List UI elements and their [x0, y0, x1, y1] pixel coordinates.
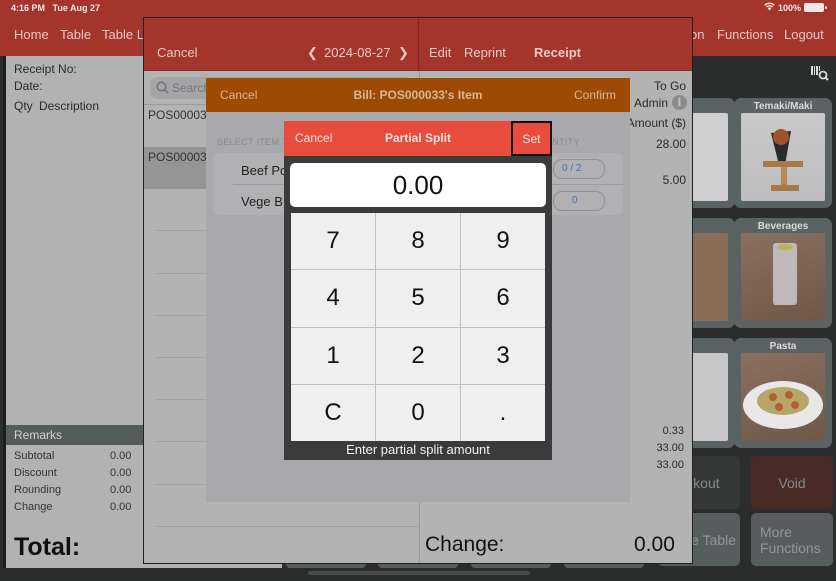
total-label: Total:: [14, 533, 81, 561]
bill-number: POS00003: [148, 108, 207, 122]
partial-split-dialog: Cancel Partial Split Set 0.00 7 8 9 4 5 …: [284, 121, 552, 460]
line-amount: 28.00: [655, 137, 686, 151]
nav-home[interactable]: Home: [14, 27, 49, 42]
nav-functions[interactable]: Functions: [717, 27, 773, 42]
confirm-button[interactable]: Confirm: [574, 88, 616, 102]
select-item-label: SELECT ITEM T: [217, 137, 288, 147]
discount-label: Discount: [14, 467, 57, 479]
receipt-no-label: Receipt No:: [14, 62, 77, 76]
key-1[interactable]: 1: [291, 327, 375, 384]
key-9[interactable]: 9: [461, 213, 545, 270]
receipt-change-label: Change:: [425, 533, 505, 556]
bottom-tab-3[interactable]: [471, 563, 551, 568]
key-8[interactable]: 8: [376, 213, 460, 270]
reprint-button[interactable]: Reprint: [464, 45, 506, 60]
more-functions-button[interactable]: More Functions: [751, 513, 833, 566]
edit-button[interactable]: Edit: [429, 45, 451, 60]
subtotal-label: Subtotal: [14, 450, 55, 462]
qty-header: Qty: [14, 99, 33, 113]
change-value: 0.00: [110, 501, 132, 513]
divider: [156, 526, 419, 527]
subtotal-value: 0.00: [110, 450, 132, 462]
barcode-search-icon[interactable]: [811, 64, 829, 82]
key-7[interactable]: 7: [291, 213, 375, 270]
category-title: Beverages: [757, 221, 809, 232]
item-qty-stepper[interactable]: 0 / 2: [553, 159, 605, 179]
item-sheet-header: Cancel Bill: POS000033's Item Confirm: [206, 78, 630, 112]
line-amount: 5.00: [662, 173, 686, 187]
discount-value: 0.00: [110, 467, 132, 479]
nav-table[interactable]: Table: [60, 27, 91, 42]
bill-sheet-header: Cancel ❮ 2024-08-27 ❯ Edit Reprint Recei…: [144, 18, 692, 71]
nav-logout[interactable]: Logout: [784, 27, 824, 42]
key-0[interactable]: 0: [376, 384, 460, 441]
key-5[interactable]: 5: [376, 270, 460, 327]
item-qty-stepper[interactable]: 0: [553, 191, 605, 211]
rounding-value: 0.00: [110, 484, 132, 496]
bill-cancel-button[interactable]: Cancel: [157, 45, 197, 60]
key-2[interactable]: 2: [376, 327, 460, 384]
order-type: To Go: [653, 79, 686, 93]
key-clear[interactable]: C: [291, 384, 375, 441]
amount-header: Amount ($): [626, 116, 686, 130]
item-name[interactable]: Beef Po: [241, 163, 287, 178]
description-header: Description: [39, 99, 100, 113]
category-tile-pasta[interactable]: Pasta: [734, 338, 832, 448]
category-tile-temaki-maki[interactable]: Temaki/Maki: [734, 98, 832, 208]
battery-icon: [804, 3, 827, 12]
search-placeholder: Search: [172, 81, 211, 95]
keypad-cancel-button[interactable]: Cancel: [295, 131, 332, 145]
pasta-image: [741, 353, 825, 441]
keypad-header: Cancel Partial Split Set: [284, 121, 552, 156]
key-4[interactable]: 4: [291, 270, 375, 327]
status-time: 4:16 PM Tue Aug 27: [11, 3, 101, 13]
key-decimal[interactable]: .: [461, 384, 545, 441]
item-name[interactable]: Vege B: [241, 194, 283, 209]
key-3[interactable]: 3: [461, 327, 545, 384]
status-indicators: 100%: [764, 2, 827, 13]
prev-date-button[interactable]: ❮: [307, 45, 318, 61]
staff-name: Admin: [633, 96, 668, 110]
bottom-tab-2[interactable]: [378, 563, 458, 568]
total-value: 33.00: [656, 459, 684, 471]
date-label: Date:: [14, 79, 43, 93]
receipt-change-value: 0.00: [634, 533, 675, 556]
item-sheet-title: Bill: POS000033's Item: [353, 88, 483, 102]
item-cancel-button[interactable]: Cancel: [220, 88, 257, 102]
total-value: 33.00: [656, 442, 684, 454]
category-title: Temaki/Maki: [753, 101, 813, 112]
rounding-label: Rounding: [14, 484, 62, 496]
temaki-image: [741, 113, 825, 201]
info-icon[interactable]: i: [672, 95, 687, 110]
keypad-grid: 7 8 9 4 5 6 1 2 3 C 0 .: [291, 213, 545, 441]
bill-number: POS00003: [148, 150, 207, 164]
beverage-image: [741, 233, 825, 321]
keypad-hint: Enter partial split amount: [346, 442, 490, 457]
search-icon: [156, 81, 169, 99]
keypad-set-button[interactable]: Set: [511, 121, 552, 156]
receipt-title: Receipt: [534, 45, 581, 60]
total-value: 0.33: [662, 425, 684, 437]
bill-date: 2024-08-27: [324, 45, 391, 60]
category-tile-beverages[interactable]: Beverages: [734, 218, 832, 328]
home-indicator[interactable]: [308, 571, 530, 575]
header-divider: [418, 18, 419, 71]
amount-display: 0.00: [290, 163, 546, 207]
change-label: Change: [14, 501, 53, 513]
remarks-bar[interactable]: Remarks: [6, 425, 147, 445]
next-date-button[interactable]: ❯: [398, 45, 409, 61]
nav-partial-item[interactable]: on: [690, 27, 704, 42]
key-6[interactable]: 6: [461, 270, 545, 327]
battery-percent: 100%: [777, 2, 801, 13]
bottom-tab-1[interactable]: [286, 563, 366, 568]
bottom-tab-4[interactable]: [564, 563, 644, 568]
wifi-icon: [764, 2, 775, 13]
void-button[interactable]: Void: [751, 456, 833, 509]
category-title: Pasta: [769, 341, 797, 352]
